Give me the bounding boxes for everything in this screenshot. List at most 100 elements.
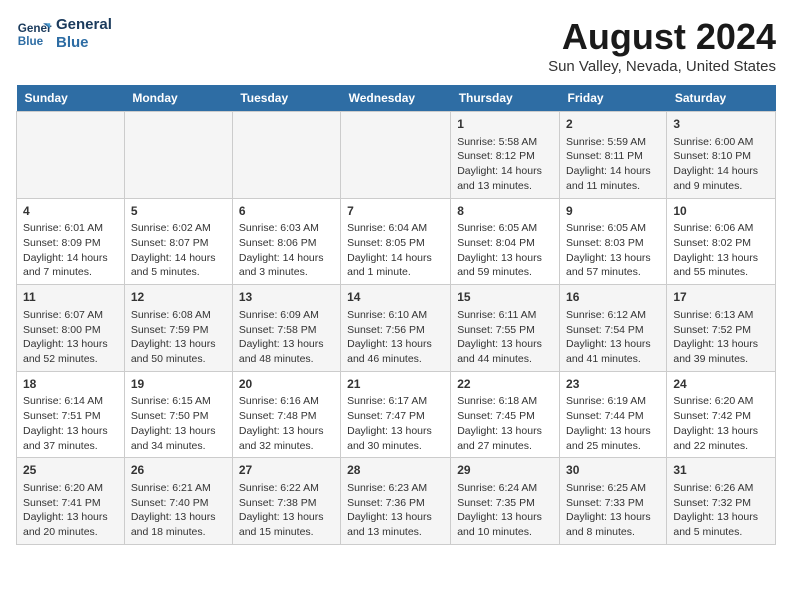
cell-content-line: Sunset: 7:59 PM xyxy=(131,323,226,338)
calendar-week-row: 1Sunrise: 5:58 AMSunset: 8:12 PMDaylight… xyxy=(17,112,776,199)
cell-content-line: Daylight: 13 hours xyxy=(457,510,553,525)
cell-content-line: Sunset: 7:58 PM xyxy=(239,323,334,338)
day-number: 6 xyxy=(239,203,334,220)
day-number: 14 xyxy=(347,289,444,306)
cell-content-line: and 5 minutes. xyxy=(131,265,226,280)
day-number: 10 xyxy=(673,203,769,220)
title-section: August 2024 Sun Valley, Nevada, United S… xyxy=(548,16,776,75)
cell-content-line: Daylight: 14 hours xyxy=(347,251,444,266)
cell-content-line: Sunset: 7:47 PM xyxy=(347,409,444,424)
cell-content-line: Sunrise: 6:02 AM xyxy=(131,221,226,236)
weekday-header-saturday: Saturday xyxy=(667,85,776,112)
cell-content-line: Sunset: 8:03 PM xyxy=(566,236,660,251)
cell-content-line: and 46 minutes. xyxy=(347,352,444,367)
cell-content-line: Daylight: 13 hours xyxy=(23,337,118,352)
calendar-cell: 15Sunrise: 6:11 AMSunset: 7:55 PMDayligh… xyxy=(451,285,560,372)
cell-content-line: Daylight: 13 hours xyxy=(566,510,660,525)
calendar-cell: 30Sunrise: 6:25 AMSunset: 7:33 PMDayligh… xyxy=(560,458,667,545)
cell-content-line: Sunset: 8:10 PM xyxy=(673,149,769,164)
cell-content-line: and 5 minutes. xyxy=(673,525,769,540)
cell-content-line: and 18 minutes. xyxy=(131,525,226,540)
cell-content-line: Daylight: 13 hours xyxy=(239,510,334,525)
calendar-cell: 17Sunrise: 6:13 AMSunset: 7:52 PMDayligh… xyxy=(667,285,776,372)
cell-content-line: Sunrise: 6:04 AM xyxy=(347,221,444,236)
calendar-cell: 10Sunrise: 6:06 AMSunset: 8:02 PMDayligh… xyxy=(667,198,776,285)
cell-content-line: Daylight: 13 hours xyxy=(239,337,334,352)
cell-content-line: Sunset: 7:54 PM xyxy=(566,323,660,338)
weekday-header-thursday: Thursday xyxy=(451,85,560,112)
cell-content-line: Sunset: 8:04 PM xyxy=(457,236,553,251)
day-number: 13 xyxy=(239,289,334,306)
cell-content-line: Daylight: 13 hours xyxy=(673,251,769,266)
weekday-header-friday: Friday xyxy=(560,85,667,112)
calendar-cell: 12Sunrise: 6:08 AMSunset: 7:59 PMDayligh… xyxy=(124,285,232,372)
cell-content-line: Daylight: 13 hours xyxy=(347,424,444,439)
cell-content-line: Daylight: 14 hours xyxy=(566,164,660,179)
cell-content-line: Sunset: 7:33 PM xyxy=(566,496,660,511)
calendar-cell: 2Sunrise: 5:59 AMSunset: 8:11 PMDaylight… xyxy=(560,112,667,199)
day-number: 12 xyxy=(131,289,226,306)
cell-content-line: Sunrise: 6:20 AM xyxy=(673,394,769,409)
cell-content-line: Sunrise: 6:15 AM xyxy=(131,394,226,409)
cell-content-line: Sunset: 8:11 PM xyxy=(566,149,660,164)
cell-content-line: and 30 minutes. xyxy=(347,439,444,454)
calendar-cell xyxy=(17,112,125,199)
calendar-cell: 9Sunrise: 6:05 AMSunset: 8:03 PMDaylight… xyxy=(560,198,667,285)
cell-content-line: and 59 minutes. xyxy=(457,265,553,280)
cell-content-line: Sunrise: 6:13 AM xyxy=(673,308,769,323)
cell-content-line: Sunrise: 6:10 AM xyxy=(347,308,444,323)
cell-content-line: Sunset: 7:36 PM xyxy=(347,496,444,511)
calendar-cell: 23Sunrise: 6:19 AMSunset: 7:44 PMDayligh… xyxy=(560,371,667,458)
logo-text-general: General xyxy=(56,16,112,34)
cell-content-line: and 15 minutes. xyxy=(239,525,334,540)
cell-content-line: and 1 minute. xyxy=(347,265,444,280)
cell-content-line: Sunrise: 6:05 AM xyxy=(457,221,553,236)
cell-content-line: and 27 minutes. xyxy=(457,439,553,454)
day-number: 15 xyxy=(457,289,553,306)
weekday-header-row: SundayMondayTuesdayWednesdayThursdayFrid… xyxy=(17,85,776,112)
cell-content-line: and 57 minutes. xyxy=(566,265,660,280)
cell-content-line: Daylight: 13 hours xyxy=(457,424,553,439)
cell-content-line: Sunrise: 6:03 AM xyxy=(239,221,334,236)
logo: General Blue General Blue xyxy=(16,16,112,52)
cell-content-line: Sunrise: 6:26 AM xyxy=(673,481,769,496)
header: General Blue General Blue August 2024 Su… xyxy=(16,16,776,75)
cell-content-line: Sunset: 8:05 PM xyxy=(347,236,444,251)
cell-content-line: Sunrise: 5:58 AM xyxy=(457,135,553,150)
day-number: 26 xyxy=(131,462,226,479)
cell-content-line: Sunset: 7:52 PM xyxy=(673,323,769,338)
day-number: 11 xyxy=(23,289,118,306)
calendar-cell: 14Sunrise: 6:10 AMSunset: 7:56 PMDayligh… xyxy=(341,285,451,372)
day-number: 16 xyxy=(566,289,660,306)
cell-content-line: Sunrise: 6:06 AM xyxy=(673,221,769,236)
cell-content-line: Sunrise: 6:18 AM xyxy=(457,394,553,409)
cell-content-line: Sunset: 7:45 PM xyxy=(457,409,553,424)
cell-content-line: Daylight: 13 hours xyxy=(239,424,334,439)
cell-content-line: and 37 minutes. xyxy=(23,439,118,454)
calendar-cell: 6Sunrise: 6:03 AMSunset: 8:06 PMDaylight… xyxy=(232,198,340,285)
cell-content-line: Sunrise: 6:25 AM xyxy=(566,481,660,496)
cell-content-line: Sunrise: 6:11 AM xyxy=(457,308,553,323)
weekday-header-monday: Monday xyxy=(124,85,232,112)
month-title: August 2024 xyxy=(548,16,776,58)
weekday-header-sunday: Sunday xyxy=(17,85,125,112)
calendar-week-row: 18Sunrise: 6:14 AMSunset: 7:51 PMDayligh… xyxy=(17,371,776,458)
cell-content-line: and 22 minutes. xyxy=(673,439,769,454)
calendar-cell: 13Sunrise: 6:09 AMSunset: 7:58 PMDayligh… xyxy=(232,285,340,372)
cell-content-line: Sunset: 7:41 PM xyxy=(23,496,118,511)
cell-content-line: and 7 minutes. xyxy=(23,265,118,280)
cell-content-line: Sunset: 8:12 PM xyxy=(457,149,553,164)
cell-content-line: and 34 minutes. xyxy=(131,439,226,454)
cell-content-line: Sunset: 8:09 PM xyxy=(23,236,118,251)
cell-content-line: Sunrise: 5:59 AM xyxy=(566,135,660,150)
calendar-cell: 20Sunrise: 6:16 AMSunset: 7:48 PMDayligh… xyxy=(232,371,340,458)
day-number: 27 xyxy=(239,462,334,479)
day-number: 18 xyxy=(23,376,118,393)
cell-content-line: Sunrise: 6:14 AM xyxy=(23,394,118,409)
day-number: 22 xyxy=(457,376,553,393)
calendar-cell: 25Sunrise: 6:20 AMSunset: 7:41 PMDayligh… xyxy=(17,458,125,545)
cell-content-line: Sunrise: 6:21 AM xyxy=(131,481,226,496)
cell-content-line: Daylight: 13 hours xyxy=(131,337,226,352)
cell-content-line: and 55 minutes. xyxy=(673,265,769,280)
cell-content-line: and 44 minutes. xyxy=(457,352,553,367)
